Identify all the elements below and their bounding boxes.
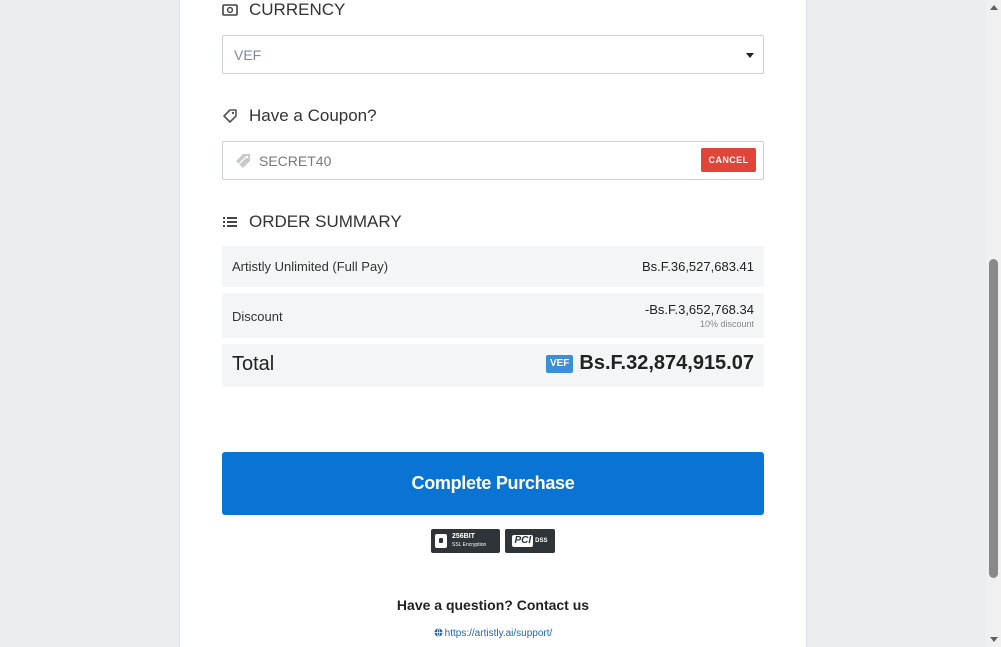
scroll-up-arrow-icon[interactable] (990, 5, 998, 10)
discount-label: Discount (232, 309, 283, 324)
currency-title: CURRENCY (249, 0, 346, 19)
scroll-down-arrow-icon[interactable] (990, 637, 998, 642)
ssl-badge: 256BIT SSL Encryption (431, 529, 500, 553)
coupon-heading: Have a Coupon? (222, 106, 377, 126)
globe-icon (434, 628, 443, 640)
total-label: Total (232, 353, 275, 375)
chevron-down-icon (746, 53, 754, 58)
item-label: Artistly Unlimited (Full Pay) (232, 259, 389, 274)
coupon-title: Have a Coupon? (249, 106, 377, 125)
currency-badge: VEF (545, 354, 574, 373)
currency-select[interactable]: VEF (222, 35, 764, 74)
coupon-field: CANCEL (222, 141, 764, 180)
lock-icon (435, 534, 447, 548)
ssl-badge-line1: 256BIT (452, 533, 475, 540)
total-amount: Bs.F.32,874,915.07 (579, 352, 754, 374)
support-question: Have a question? Contact us (396, 597, 590, 613)
summary-item-row: Artistly Unlimited (Full Pay) Bs.F.36,52… (222, 246, 764, 287)
order-summary-title: ORDER SUMMARY (249, 212, 402, 231)
order-summary-heading: ORDER SUMMARY (222, 212, 402, 232)
total-row: Total VEF Bs.F.32,874,915.07 (222, 344, 764, 387)
list-icon (222, 214, 238, 230)
discount-note: 10% discount (699, 319, 754, 329)
support-link-text: https://artistly.ai/support/ (444, 628, 553, 639)
pci-label: PCI (512, 535, 534, 547)
coupon-input[interactable] (259, 151, 659, 171)
money-icon (222, 2, 238, 18)
total-value: VEF Bs.F.32,874,915.07 (545, 352, 754, 375)
tag-icon (222, 108, 238, 124)
currency-selected-value: VEF (234, 46, 262, 63)
discount-row: Discount -Bs.F.3,652,768.34 10% discount (222, 293, 764, 338)
complete-purchase-button[interactable]: Complete Purchase (222, 452, 764, 515)
scrollbar-thumb[interactable] (989, 259, 998, 578)
coupon-tag-icon (234, 152, 252, 175)
support-link[interactable]: https://artistly.ai/support/ (179, 628, 807, 640)
discount-amount: -Bs.F.3,652,768.34 (644, 302, 754, 317)
item-amount: Bs.F.36,527,683.41 (641, 259, 754, 274)
currency-heading: CURRENCY (222, 0, 345, 20)
ssl-badge-line2: SSL Encryption (452, 542, 487, 548)
scrollbar[interactable] (986, 0, 1001, 647)
pci-dss-badge: PCI DSS (505, 529, 555, 553)
cancel-coupon-button[interactable]: CANCEL (701, 148, 756, 172)
dss-label: DSS (535, 538, 548, 544)
